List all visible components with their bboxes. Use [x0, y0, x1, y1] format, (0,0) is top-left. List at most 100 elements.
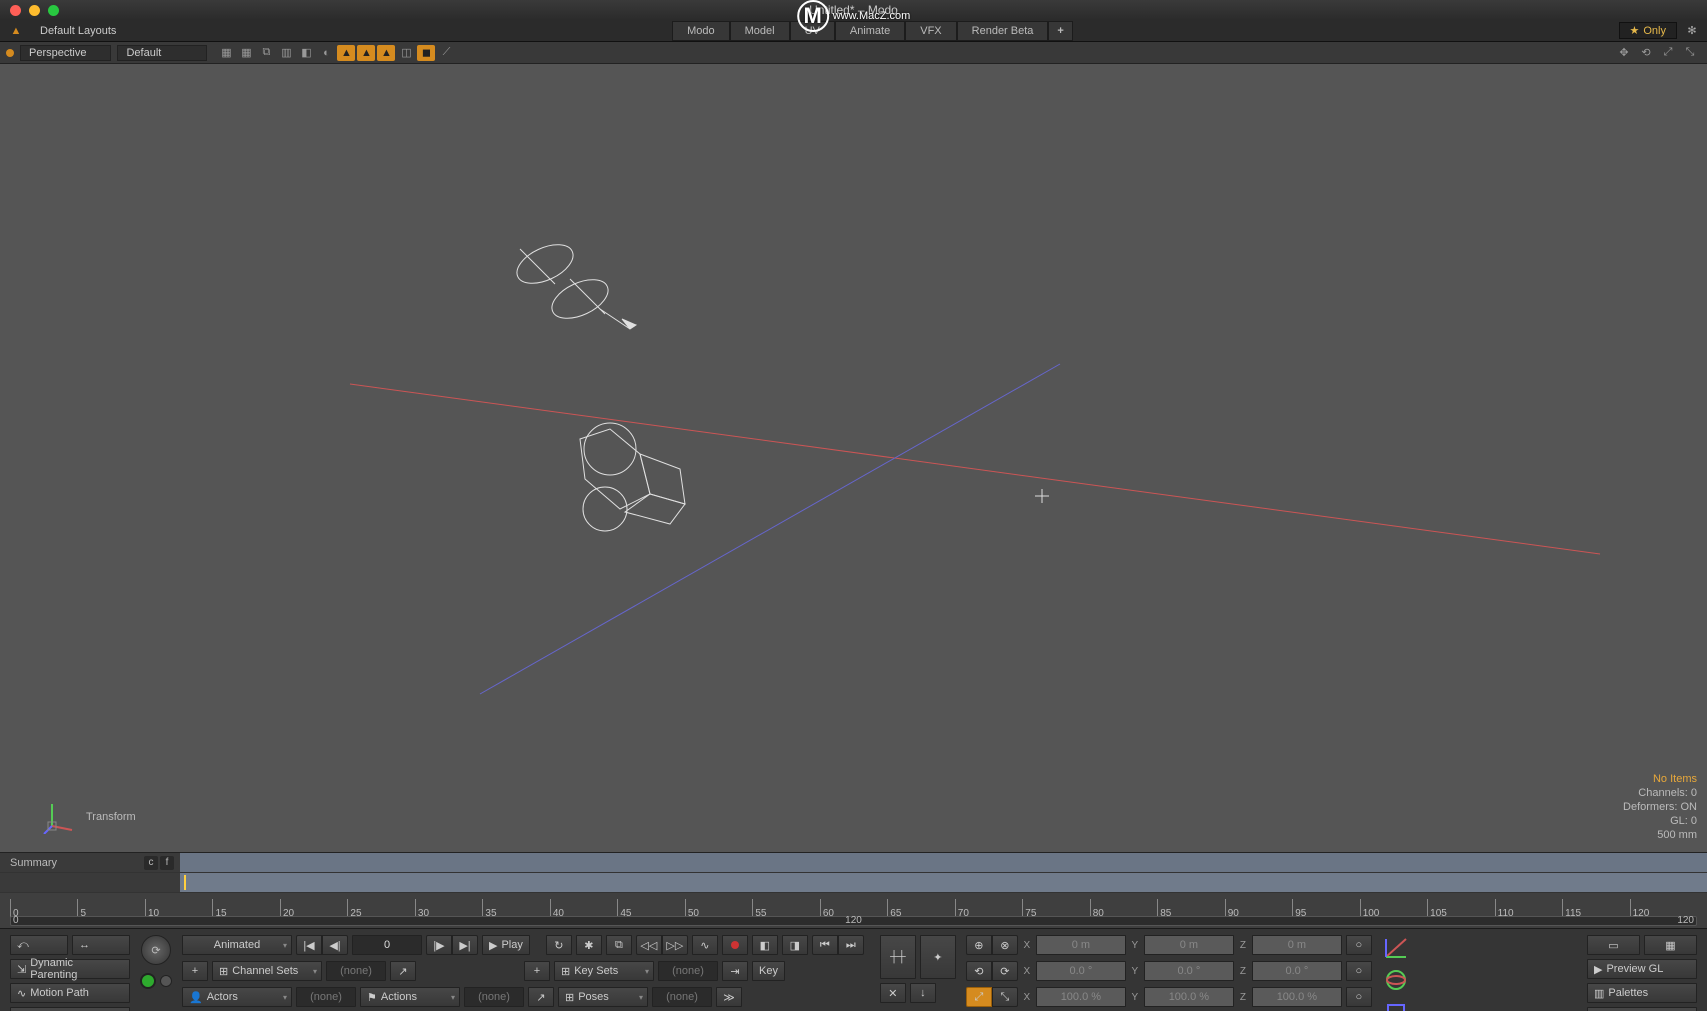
constraint-button-a[interactable]: ⤺ [10, 935, 68, 955]
prev-key-button[interactable]: ◀| [322, 935, 348, 955]
vp-icon-man2[interactable]: ▲ [357, 45, 375, 61]
axis-swatch-2[interactable] [1382, 967, 1410, 993]
sim-toggle[interactable] [140, 973, 156, 989]
rot-x-field[interactable]: 0.0 ° [1036, 961, 1126, 981]
pos-world-button[interactable]: ⊕ [966, 935, 992, 955]
constraint-button-b[interactable]: ↔ [72, 935, 130, 955]
range-options-button[interactable]: ⧉ [606, 935, 632, 955]
curve-button[interactable]: ∿ [692, 935, 718, 955]
key-next-button[interactable]: ▷▷ [662, 935, 688, 955]
keysets-action-button[interactable]: ⇥ [722, 961, 748, 981]
channel-sets-dropdown[interactable]: ⊞Channel Sets [212, 961, 322, 981]
snap-axes-button[interactable]: ✦ [920, 935, 956, 979]
timeline-track-header[interactable]: Summary cf [0, 853, 1707, 873]
viewport-record-dot[interactable] [6, 49, 14, 57]
key-tool-b[interactable]: ◨ [782, 935, 808, 955]
vp-icon-5[interactable]: ◧ [297, 45, 315, 61]
sim-toggle-2[interactable] [160, 975, 172, 987]
poses-dropdown[interactable]: ⊞Poses [558, 987, 648, 1007]
key-prev-button[interactable]: ◁◁ [636, 935, 662, 955]
actions-dropdown[interactable]: ⚑Actions [360, 987, 460, 1007]
rot-local-button[interactable]: ⟳ [992, 961, 1018, 981]
tab-modo[interactable]: Modo [672, 21, 730, 41]
summary-f-button[interactable]: f [160, 856, 174, 870]
actions-value[interactable]: (none) [464, 987, 524, 1007]
vp-icon-8[interactable]: ◼ [417, 45, 435, 61]
nav-move-icon[interactable]: ✥ [1615, 45, 1633, 61]
key-tool-a[interactable]: ◧ [752, 935, 778, 955]
axis-swatch-3[interactable] [1382, 999, 1410, 1011]
key-sets-value[interactable]: (none) [658, 961, 718, 981]
viewport-view-dropdown[interactable]: Perspective [20, 45, 111, 61]
scl-z-field[interactable]: 100.0 % [1252, 987, 1342, 1007]
channel-sets-value[interactable]: (none) [326, 961, 386, 981]
loop-button[interactable]: ↻ [546, 935, 572, 955]
nav-rotate-icon[interactable]: ⟲ [1637, 45, 1655, 61]
summary-c-button[interactable]: c [144, 856, 158, 870]
viewport[interactable]: Transform No Items Channels: 0 Deformers… [0, 64, 1707, 852]
scl-world-button[interactable]: ⤢ [966, 987, 992, 1007]
vp-icon-4[interactable]: ▥ [277, 45, 295, 61]
audio-button[interactable]: ♪Audio [10, 1007, 130, 1011]
scl-key-button[interactable]: ○ [1346, 987, 1372, 1007]
chsets-go-button[interactable]: ↗ [390, 961, 416, 981]
default-layouts-menu[interactable]: Default Layouts [30, 25, 126, 37]
pos-z-field[interactable]: 0 m [1252, 935, 1342, 955]
scl-local-button[interactable]: ⤡ [992, 987, 1018, 1007]
rot-world-button[interactable]: ⟲ [966, 961, 992, 981]
only-toggle[interactable]: ★Only [1619, 22, 1678, 39]
pos-x-field[interactable]: 0 m [1036, 935, 1126, 955]
nav-zoom-icon[interactable]: ⤢ [1659, 45, 1677, 61]
motion-path-button[interactable]: ∿Motion Path [10, 983, 130, 1003]
tab-vfx[interactable]: VFX [905, 21, 956, 41]
key-jump-prev[interactable]: ⏮ [812, 935, 838, 955]
autokey-button[interactable] [722, 935, 748, 955]
actors-dropdown[interactable]: 👤Actors [182, 987, 292, 1007]
tab-render-beta[interactable]: Render Beta [957, 21, 1049, 41]
scl-x-field[interactable]: 100.0 % [1036, 987, 1126, 1007]
keysets-add-button[interactable]: + [524, 961, 550, 981]
key-jump-next[interactable]: ⏭ [838, 935, 864, 955]
key-button[interactable]: Key [752, 961, 785, 981]
poses-go-button[interactable]: ≫ [716, 987, 742, 1007]
vp-icon-2[interactable]: ▦ [237, 45, 255, 61]
time-options-button[interactable]: ✱ [576, 935, 602, 955]
goto-start-button[interactable]: |◀ [296, 935, 322, 955]
preview-gl-button[interactable]: ▶Preview GL [1587, 959, 1697, 979]
palettes-button[interactable]: ▥Palettes [1587, 983, 1697, 1003]
actors-value[interactable]: (none) [296, 987, 356, 1007]
scl-y-field[interactable]: 100.0 % [1144, 987, 1234, 1007]
rot-y-field[interactable]: 0.0 ° [1144, 961, 1234, 981]
viewport-shade-dropdown[interactable]: Default [117, 45, 207, 61]
playhead[interactable] [184, 875, 186, 890]
snap-grid-button[interactable]: ┼┼ [880, 935, 916, 979]
home-icon[interactable]: ▲ [6, 25, 26, 37]
timeline-range[interactable]: 0 120 120 [10, 916, 1697, 926]
layout-single-button[interactable]: ▭ [1587, 935, 1640, 955]
axis-swatch-1[interactable] [1382, 935, 1410, 961]
tab-add[interactable]: + [1048, 21, 1072, 41]
settings-button[interactable]: ⚙Settings [1587, 1007, 1697, 1011]
next-key-button[interactable]: |▶ [426, 935, 452, 955]
delete-key-button[interactable]: ✕ [880, 983, 906, 1003]
sim-cache-dial[interactable]: ⟳ [141, 935, 171, 965]
play-button[interactable]: ▶ Play [482, 935, 530, 955]
rot-z-field[interactable]: 0.0 ° [1252, 961, 1342, 981]
pos-local-button[interactable]: ⊗ [992, 935, 1018, 955]
vp-icon-man[interactable]: ▲ [337, 45, 355, 61]
prefs-gear-icon[interactable]: ✻ [1683, 22, 1701, 40]
tab-animate[interactable]: Animate [835, 21, 905, 41]
pos-key-button[interactable]: ○ [1346, 935, 1372, 955]
goto-end-button[interactable]: ▶| [452, 935, 478, 955]
timeline-track[interactable] [0, 873, 1707, 893]
vp-icon-9[interactable]: ⟋ [437, 45, 455, 61]
tab-model[interactable]: Model [730, 21, 790, 41]
rot-key-button[interactable]: ○ [1346, 961, 1372, 981]
current-frame-field[interactable]: 0 [352, 935, 422, 955]
timeline-ruler-area[interactable]: 0510152025303540455055606570758085909510… [0, 893, 1707, 928]
chsets-add-button[interactable]: + [182, 961, 208, 981]
vp-icon-7[interactable]: ◫ [397, 45, 415, 61]
vp-icon-man3[interactable]: ▲ [377, 45, 395, 61]
poses-value[interactable]: (none) [652, 987, 712, 1007]
actions-go-button[interactable]: ↗ [528, 987, 554, 1007]
